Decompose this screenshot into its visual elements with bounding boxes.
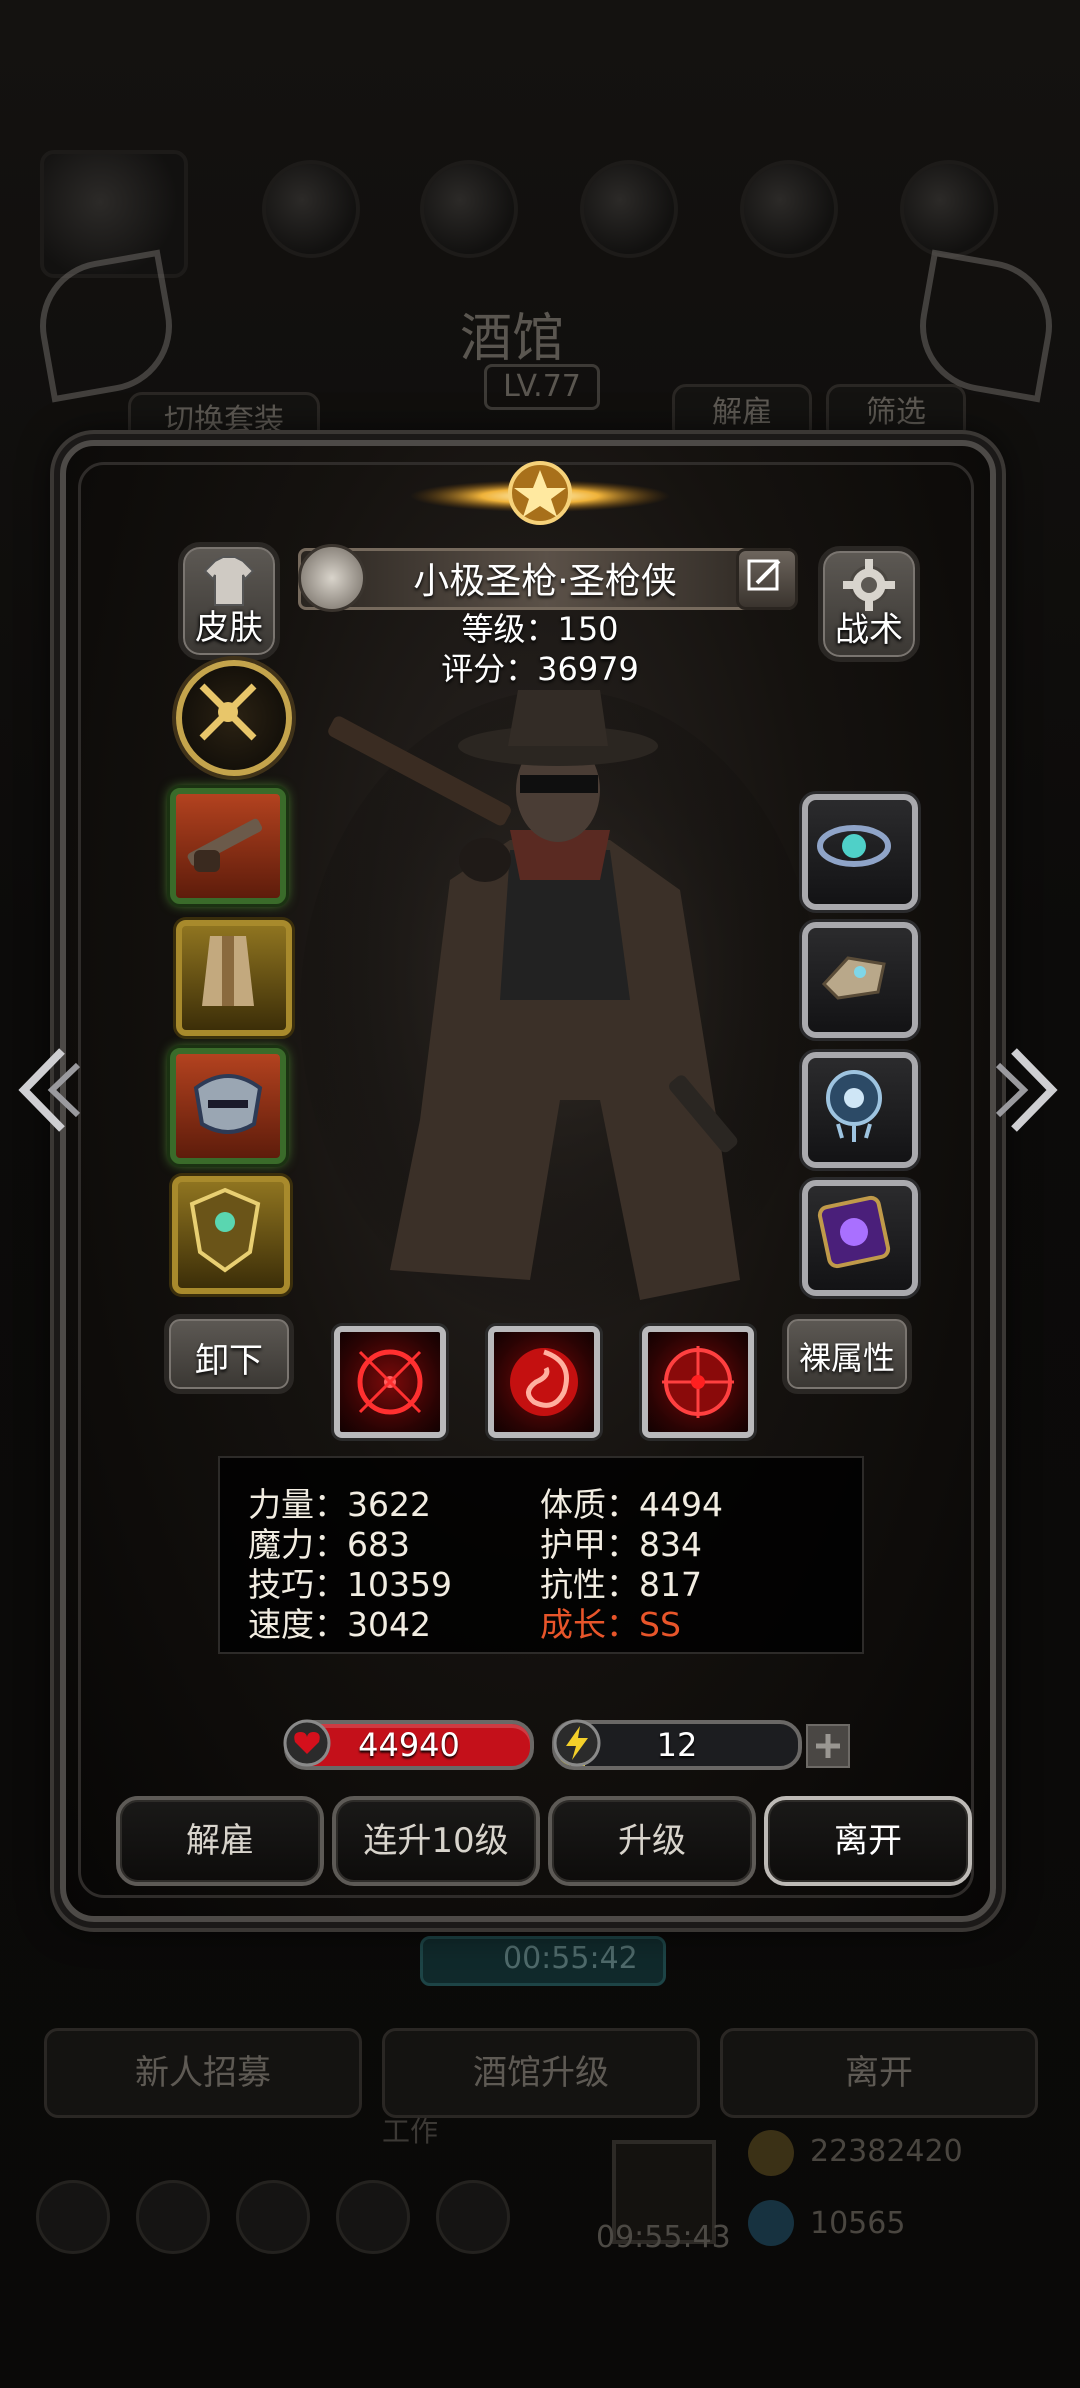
heart-icon [283,1719,331,1767]
tactics-button[interactable]: 战术 [818,546,920,662]
equip-slot-bracer[interactable] [802,922,918,1038]
hero-name: 小极圣枪·圣枪侠 [413,561,677,602]
bg-rune-icon [900,160,998,258]
stat-growth: 成长：SS [540,1605,681,1644]
bg-recruit-button: 新人招募 [44,2028,362,2118]
robe-icon [202,936,254,1006]
equip-slot-trinket[interactable] [802,1052,918,1168]
equip-slot-offhand[interactable] [172,1176,290,1294]
equip-slot-helmet[interactable] [170,1048,286,1164]
edit-name-button[interactable] [736,548,798,610]
pencil-icon [747,559,781,591]
bg-nav-icon-2 [136,2180,210,2254]
equip-slot-weapon[interactable] [170,788,286,904]
bg-gold-amount: 22382420 [810,2134,963,2169]
bg-gold-coin-icon [748,2130,794,2176]
bg-work-label: 工作 [382,2115,439,2148]
hero-portrait [300,690,820,1330]
spell-tome-icon [817,1195,891,1269]
bg-dismiss-button: 解雇 [672,384,812,442]
bare-stats-label: 裸属性 [798,1339,895,1377]
amulet-icon [817,825,891,867]
bg-fire-icon [262,160,360,258]
bg-timer-text: 00:55:42 [503,1941,638,1976]
bg-leave-button: 离开 [720,2028,1038,2118]
swirl-skill-icon [510,1348,578,1416]
target-skill-icon [662,1346,734,1418]
previous-hero-arrow-icon[interactable] [18,1045,82,1135]
bg-gem-amount: 10565 [810,2206,906,2241]
add-energy-button[interactable] [806,1724,850,1768]
bg-nav-icon-1 [36,2180,110,2254]
stat-speed: 速度：3042 [248,1605,431,1644]
lightning-icon [553,1719,601,1767]
musket-icon [187,818,263,872]
bg-nav-icon-3 [236,2180,310,2254]
skill-slot-2[interactable] [488,1326,600,1438]
level-up-button[interactable]: 升级 [548,1796,756,1886]
skill-slot-1[interactable] [334,1326,446,1438]
leave-button[interactable]: 离开 [764,1796,972,1886]
bg-filter-button: 筛选 [826,384,966,442]
next-hero-arrow-icon[interactable] [994,1045,1058,1135]
bg-title: 酒馆 [460,309,565,369]
skill-slot-3[interactable] [642,1326,754,1438]
skin-label: 皮肤 [195,608,263,648]
equip-slot-necklace[interactable] [802,794,918,910]
bg-gem-icon [748,2200,794,2246]
bg-portrait-icon [420,160,518,258]
crosshair-skill-icon [357,1349,423,1415]
shield-crest-icon [189,1187,261,1273]
tactics-label: 战术 [835,610,903,650]
bg-gift-timer: 09:55:43 [596,2220,731,2255]
bg-water-icon [740,160,838,258]
unequip-button[interactable]: 卸下 [164,1314,294,1394]
level-up-10-button[interactable]: 连升10级 [332,1796,540,1886]
bg-scroll-icon [580,160,678,258]
medal-icon[interactable] [298,544,366,612]
bg-level-badge: LV.77 [484,364,600,410]
plus-icon [816,1734,840,1758]
orb-pendant-icon [826,1070,882,1142]
unequip-label: 卸下 [195,1341,263,1381]
dismiss-button[interactable]: 解雇 [116,1796,324,1886]
skin-button[interactable]: 皮肤 [178,542,280,660]
mask-icon [193,1074,263,1134]
class-emblem-icon[interactable] [176,660,292,776]
bg-upgrade-tavern-button: 酒馆升级 [382,2028,700,2118]
bg-nav-icon-4 [336,2180,410,2254]
bg-timer-bar: 00:55:42 [420,1936,666,1986]
golden-sun-crest-icon [410,461,670,525]
equip-slot-book[interactable] [802,1180,918,1296]
bg-nav-icon-5 [436,2180,510,2254]
crossed-guns-emblem-icon [199,683,257,741]
bare-stats-button[interactable]: 裸属性 [782,1314,912,1394]
bracer-icon [821,956,886,1000]
equip-slot-armor[interactable] [176,920,292,1036]
